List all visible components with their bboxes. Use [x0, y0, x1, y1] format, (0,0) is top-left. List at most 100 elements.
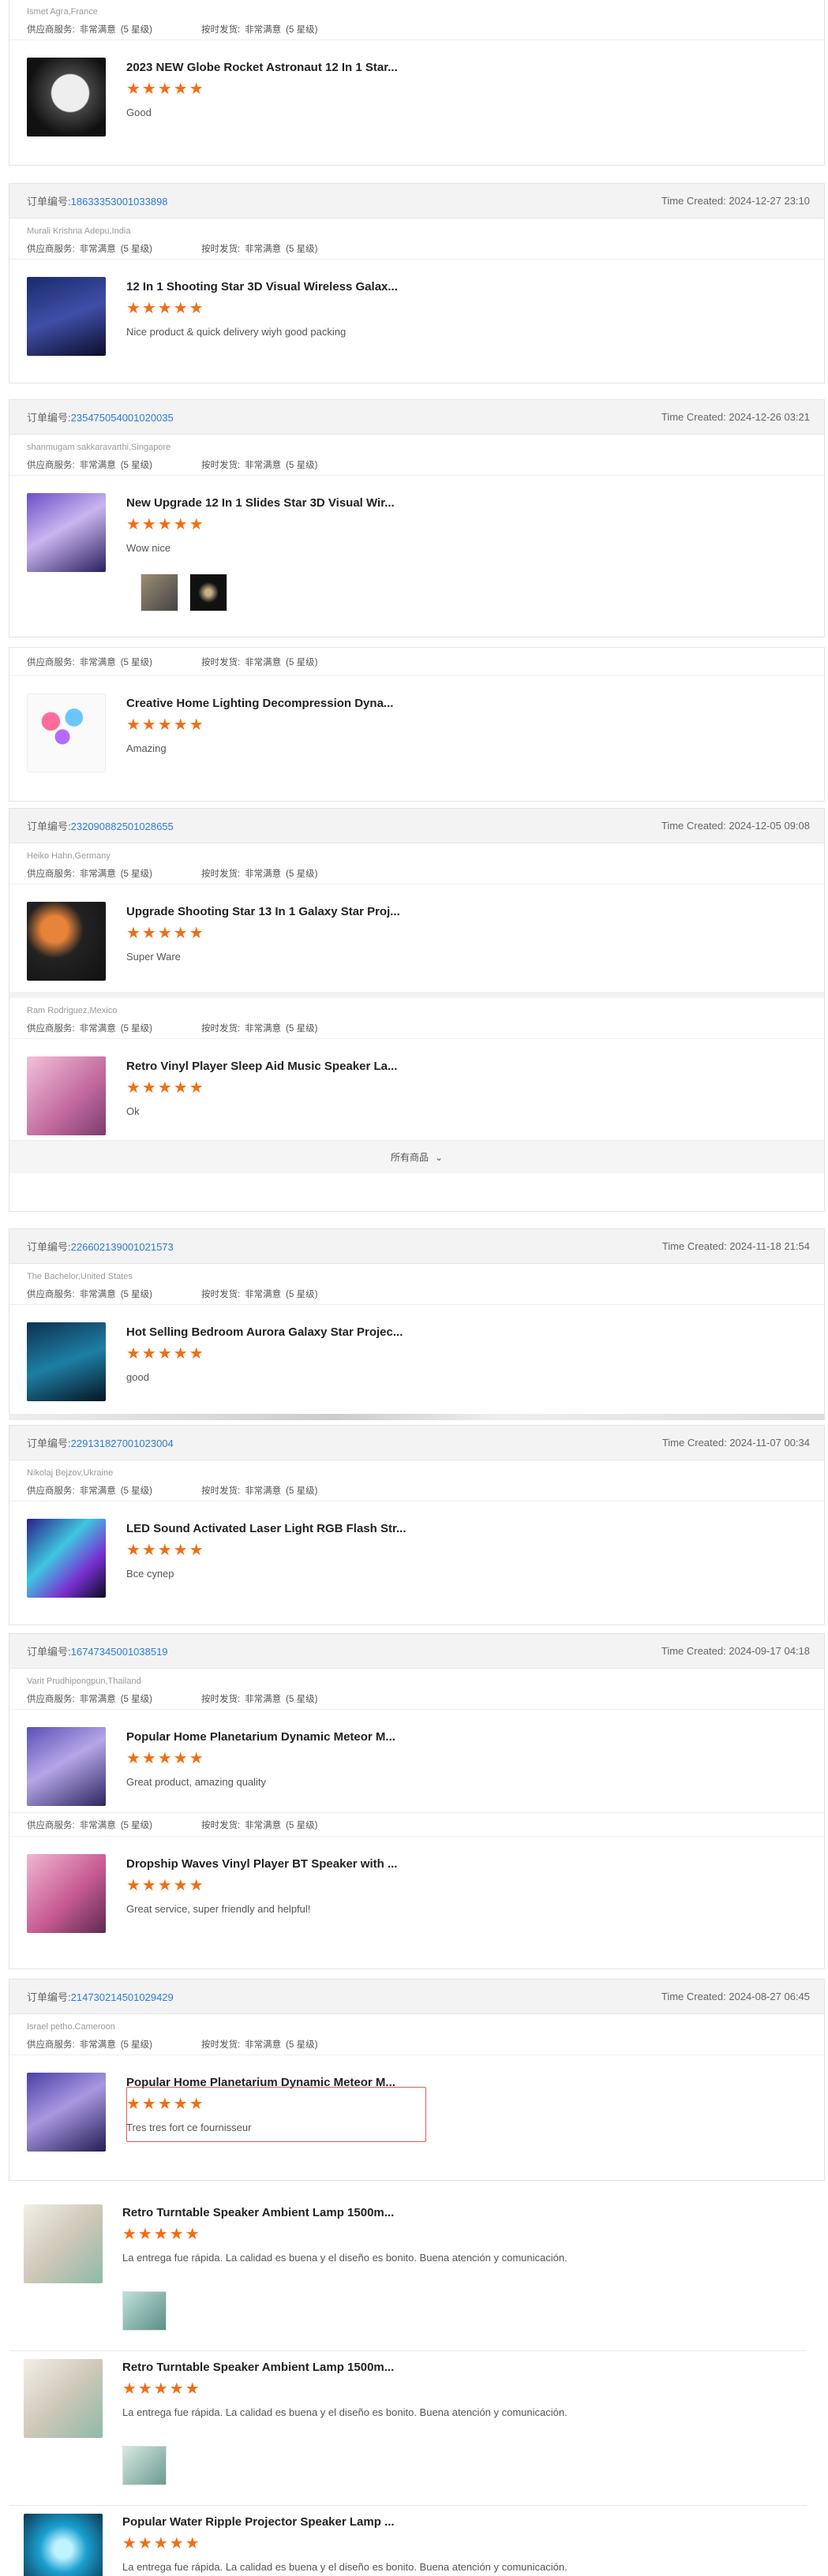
all-products-toggle[interactable]: 所有商品 ⌄	[9, 1140, 824, 1173]
product-thumbnail[interactable]	[27, 902, 106, 981]
buyer-name: Murali Krishna Adepu,India	[27, 226, 131, 236]
order-card: 订单编号:232090882501028655 Time Created: 202…	[9, 808, 825, 1212]
order-item-card: 供应商服务: 非常满意 (5 星级) 按时发货: 非常满意 (5 星级) Creative…	[9, 647, 825, 802]
product-row: Popular Home Planetarium Dynamic Meteor …	[9, 1710, 824, 1812]
order-item: Murali Krishna Adepu,India 供应商服务: 非常满意 (5 …	[9, 219, 824, 378]
chevron-down-icon: ⌄	[434, 1151, 444, 1163]
rating-stars: ★★★★★	[126, 80, 205, 98]
buyer-name: Ismet Agra,France	[27, 7, 98, 17]
service-ratings: 供应商服务: 非常满意 (5 星级) 按时发货: 非常满意 (5 星级)	[9, 237, 824, 260]
order-item: Nikolaj Bejzov,Ukraine 供应商服务: 非常满意 (5 星级) 按…	[9, 1460, 824, 1620]
product-title[interactable]: Upgrade Shooting Star 13 In 1 Galaxy Sta…	[126, 905, 400, 918]
product-title[interactable]: New Upgrade 12 In 1 Slides Star 3D Visua…	[126, 496, 395, 510]
product-thumbnail[interactable]	[27, 1519, 106, 1598]
order-card: 订单编号:229131827001023004 Time Created: 202…	[9, 1425, 825, 1625]
order-item: Varit Prudhipongpun,Thailand 供应商服务: 非常满意(…	[9, 1669, 824, 1812]
order-header: 订单编号:214730214501029429 Time Created: 202…	[9, 1980, 824, 2014]
rating-stars: ★★★★★	[126, 1750, 205, 1767]
buyer-name: Nikolaj Bejzov,Ukraine	[27, 1468, 114, 1478]
review-comment: Super Ware	[126, 951, 181, 963]
product-title[interactable]: Popular Water Ripple Projector Speaker L…	[122, 2515, 395, 2529]
review-comment: Ok	[126, 1105, 140, 1117]
buyer-name: Varit Prudhipongpun,Thailand	[27, 1677, 141, 1686]
rating-stars: ★★★★★	[126, 925, 205, 942]
order-card: 订单编号:23547505400102003​5 Time Created: 20…	[9, 399, 825, 637]
product-title[interactable]: Retro Turntable Speaker Ambient Lamp 150…	[122, 2361, 394, 2374]
buyer-name: Israel petho,Cameroon	[27, 2022, 115, 2032]
product-title[interactable]: Creative Home Lighting Decompression Dyn…	[126, 697, 393, 710]
product-row: Popular Home Planetarium Dynamic Meteor …	[9, 2055, 824, 2166]
order-time: Time Created: 2024-11-07 00:34	[661, 1437, 810, 1449]
order-time: Time Created: 2024-12-27 23:10	[661, 195, 810, 207]
order-item: Ram Rodriguez,Mexico 供应商服务: 非常满意 (5 星级) 按时发…	[9, 992, 824, 1140]
product-row: New Upgrade 12 In 1 Slides Star 3D Visua…	[9, 476, 824, 632]
order-card: 订单编号:16747345001038519 Time Created: 2024…	[9, 1633, 825, 1969]
rating-stars: ★★★★★	[126, 516, 205, 533]
review-comment: Tres tres fort ce fournisseur	[126, 2122, 252, 2133]
order-time: Time Created: 2024-08-27 06:45	[661, 1991, 810, 2002]
order-number-link[interactable]: 23547505400102003​5	[71, 412, 174, 424]
buyer-name: Ram Rodriguez,Mexico	[27, 1006, 118, 1015]
service-ratings: 供应商服务: 非常满意 (5 星级) 按时发货: 非常满意 (5 星级)	[9, 648, 824, 676]
service-ratings: 供应商服务: 非常满意 (5 星级) 按时发货: 非常满意 (5 星级)	[9, 1813, 824, 1837]
order-number-link[interactable]: 16747345001038519	[71, 1646, 168, 1658]
review-photo[interactable]	[122, 2291, 167, 2331]
product-title[interactable]: Hot Selling Bedroom Aurora Galaxy Star P…	[126, 1325, 403, 1339]
service-ratings: 供应商服务: 非常满意 (5 星级) 按时发货: 非常满意 (5 星级)	[9, 862, 824, 884]
product-thumbnail[interactable]	[27, 694, 106, 772]
product-thumbnail[interactable]	[27, 58, 106, 136]
service-ratings: 供应商服务: 非常满意 (5 星级) 按时发货: 非常满意 (5 星级)	[9, 1479, 824, 1501]
order-number-link[interactable]: 214730214501029429	[71, 1991, 174, 2003]
product-title[interactable]: Dropship Waves Vinyl Player BT Speaker w…	[126, 1857, 397, 1871]
product-title[interactable]: 2023 NEW Globe Rocket Astronaut 12 In 1 …	[126, 61, 398, 74]
order-card: 订单编号:226602139001021573 Time Created: 202…	[9, 1228, 825, 1415]
order-number-link[interactable]: 18633353001033898	[71, 196, 168, 208]
rating-stars: ★★★★★	[126, 1542, 205, 1559]
product-row: Retro Vinyl Player Sleep Aid Music Speak…	[9, 1039, 824, 1140]
order-header: 订单编号:23547505400102003​5 Time Created: 20…	[9, 400, 824, 435]
product-row: LED Sound Activated Laser Light RGB Flas…	[9, 1501, 824, 1620]
review-comment: Все супер	[126, 1568, 174, 1580]
review-photo[interactable]	[122, 2446, 167, 2485]
review-comment: La entrega fue rápida. La calidad es bue…	[122, 2252, 568, 2264]
product-title[interactable]: Retro Turntable Speaker Ambient Lamp 150…	[122, 2206, 394, 2219]
review-item: Popular Water Ripple Projector Speaker L…	[9, 2506, 807, 2576]
product-row: Creative Home Lighting Decompression Dyn…	[9, 676, 824, 794]
review-photo[interactable]	[140, 574, 178, 611]
review-photo[interactable]	[189, 574, 227, 611]
order-number-link[interactable]: 226602139001021573	[71, 1241, 174, 1253]
review-comment: Great service, super friendly and helpfu…	[126, 1903, 311, 1915]
screenshot-seam	[9, 1414, 825, 1420]
product-title[interactable]: Retro Vinyl Player Sleep Aid Music Speak…	[126, 1060, 397, 1073]
review-item: Retro Turntable Speaker Ambient Lamp 150…	[9, 2197, 807, 2351]
order-number-link[interactable]: 229131827001023004	[71, 1438, 174, 1449]
buyer-name: The Bachelor,United States	[27, 1272, 133, 1281]
product-thumbnail[interactable]	[27, 493, 106, 572]
review-comment: Great product, amazing quality	[126, 1776, 267, 1788]
product-thumbnail[interactable]	[24, 2359, 103, 2438]
product-thumbnail[interactable]	[27, 2073, 106, 2152]
service-ratings: 供应商服务: 非常满意 (5 星级) 按时发货: 非常满意 (5 星级)	[9, 2033, 824, 2055]
rating-stars: ★★★★★	[126, 1877, 205, 1894]
product-row: Dropship Waves Vinyl Player BT Speaker w…	[9, 1837, 824, 1955]
product-title[interactable]: 12 In 1 Shooting Star 3D Visual Wireless…	[126, 280, 398, 293]
product-thumbnail[interactable]	[27, 1322, 106, 1401]
product-thumbnail[interactable]	[27, 1056, 106, 1135]
product-thumbnail[interactable]	[24, 2514, 103, 2576]
product-thumbnail[interactable]	[24, 2204, 103, 2283]
product-thumbnail[interactable]	[27, 1854, 106, 1933]
order-header: 订单编号:226602139001021573 Time Created: 202…	[9, 1229, 824, 1264]
service-ratings: 供应商服务: 非常满意 (5 星级) 按时发货: 非常满意 (5 星级)	[9, 1688, 824, 1710]
service-ratings: 供应商服务: 非常满意 (5 星级) 按时发货: 非常满意 (5 星级)	[9, 1017, 824, 1039]
order-number-link[interactable]: 232090882501028655	[71, 821, 174, 832]
product-title[interactable]: Popular Home Planetarium Dynamic Meteor …	[126, 1730, 395, 1744]
product-title[interactable]: LED Sound Activated Laser Light RGB Flas…	[126, 1522, 407, 1535]
order-header: 订单编号:16747345001038519 Time Created: 2024…	[9, 1634, 824, 1669]
buyer-name: Heiko Hahn,Germany	[27, 851, 111, 861]
rating-stars: ★★★★★	[126, 2096, 205, 2113]
buyer-name: shanmugam sakkaravarthi,Singapore	[27, 443, 171, 452]
product-thumbnail[interactable]	[27, 1727, 106, 1806]
product-thumbnail[interactable]	[27, 277, 106, 356]
service-ratings: 供应商服务: 非常满意 (5 星级) 按时发货: 非常满意 (5 星级)	[9, 454, 824, 476]
product-row: 12 In 1 Shooting Star 3D Visual Wireless…	[9, 260, 824, 378]
